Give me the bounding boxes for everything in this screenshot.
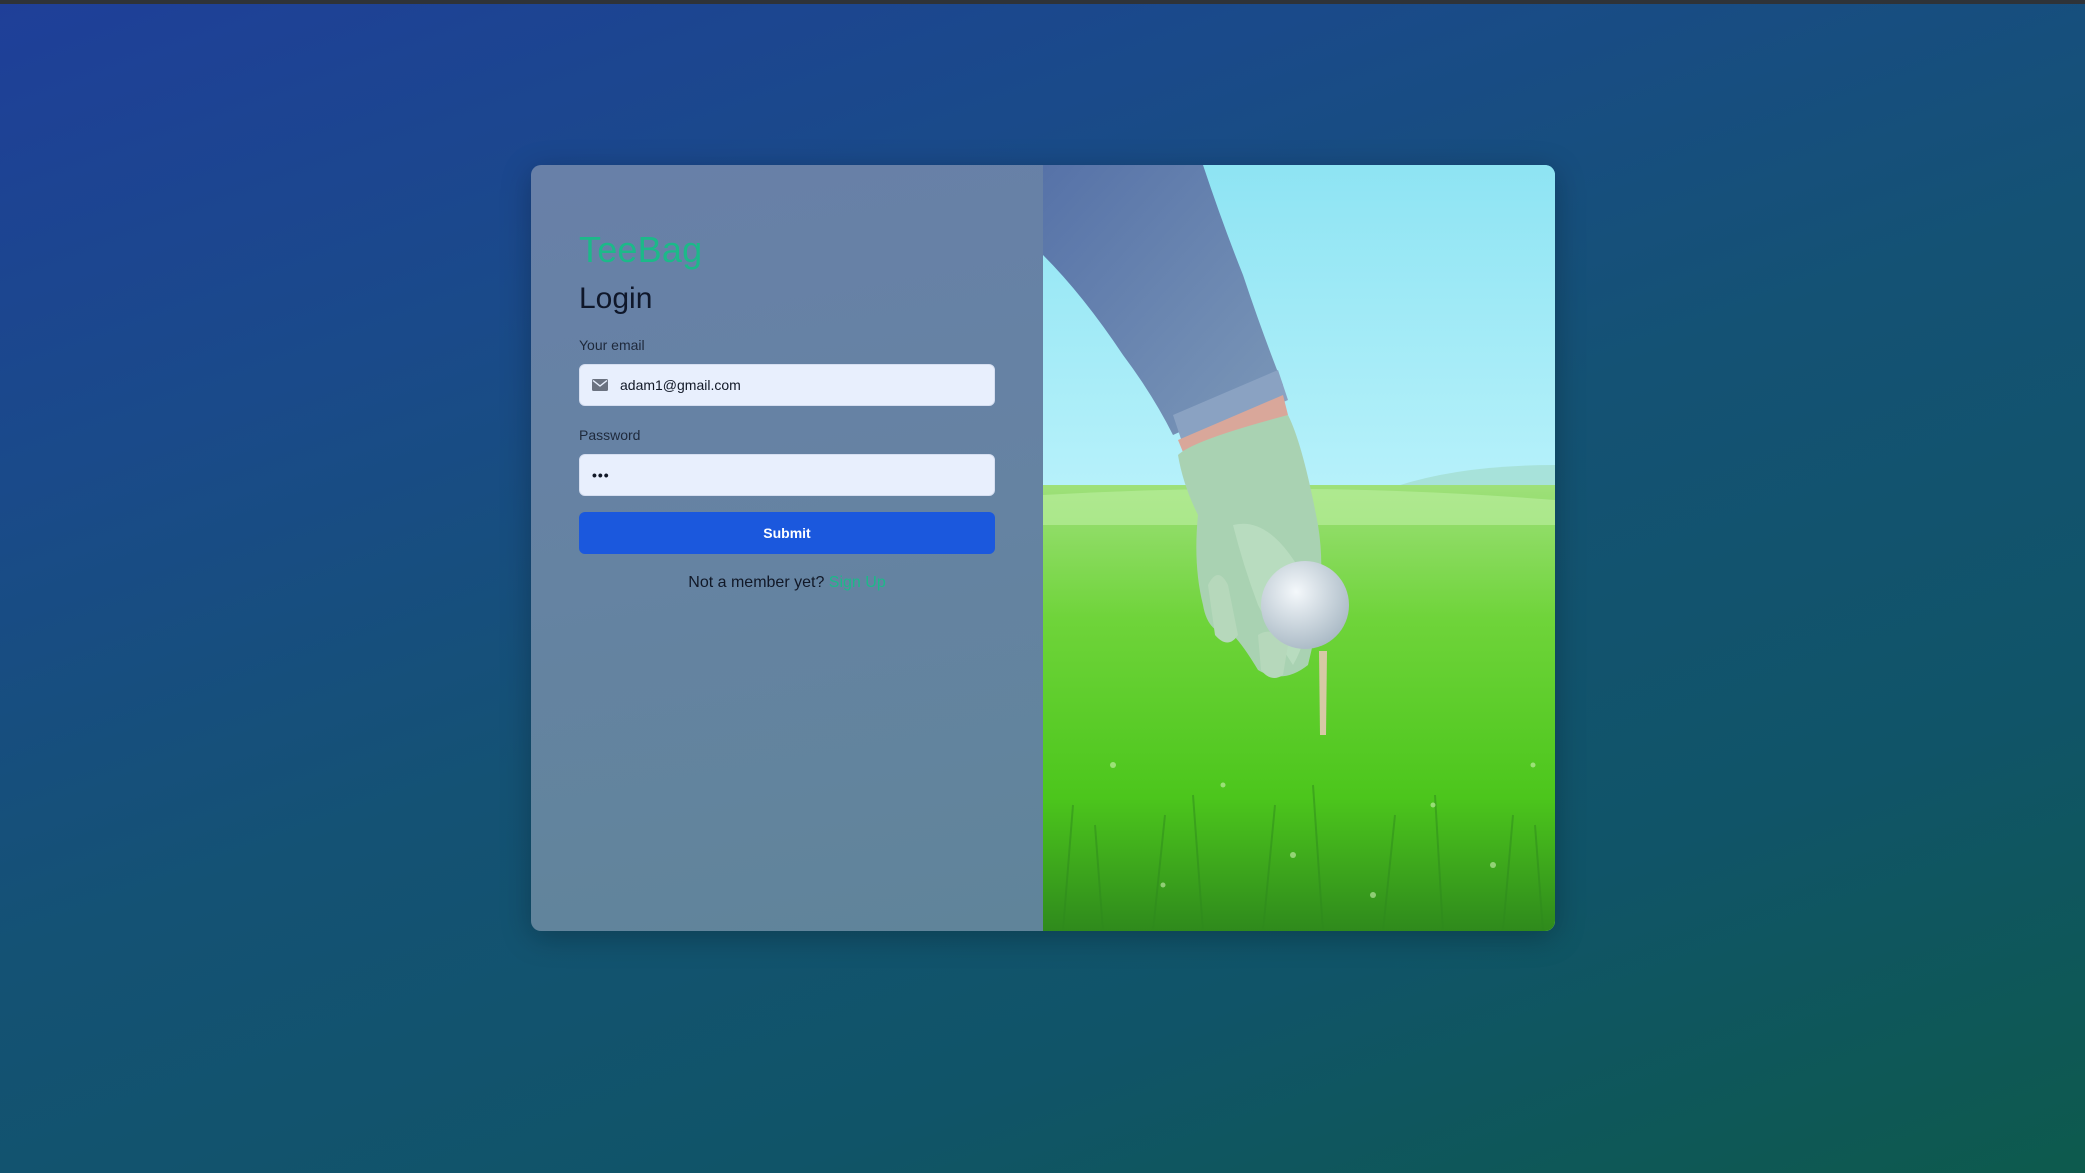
signup-prompt-line: Not a member yet? Sign Up xyxy=(579,574,995,592)
password-input[interactable]: ••• xyxy=(592,467,610,483)
login-form-panel: TeeBag Login Your email Password ••• Sub… xyxy=(531,165,1043,931)
page-title: Login xyxy=(579,282,653,315)
golf-photo-illustration xyxy=(1043,165,1555,931)
password-label: Password xyxy=(579,427,641,443)
golf-ball-on-tee-photo xyxy=(1043,165,1555,931)
golf-ball xyxy=(1261,561,1349,649)
brand-logo-text: TeeBag xyxy=(579,229,703,270)
email-input[interactable] xyxy=(620,365,982,405)
password-field[interactable]: ••• xyxy=(579,454,995,496)
submit-button[interactable]: Submit xyxy=(579,512,995,554)
window-top-border xyxy=(0,0,2085,4)
login-card: TeeBag Login Your email Password ••• Sub… xyxy=(531,165,1555,931)
signup-link[interactable]: Sign Up xyxy=(829,574,886,591)
signup-prompt-text: Not a member yet? xyxy=(688,574,825,591)
email-label: Your email xyxy=(579,337,645,353)
email-field[interactable] xyxy=(579,364,995,406)
mail-icon xyxy=(592,379,608,391)
